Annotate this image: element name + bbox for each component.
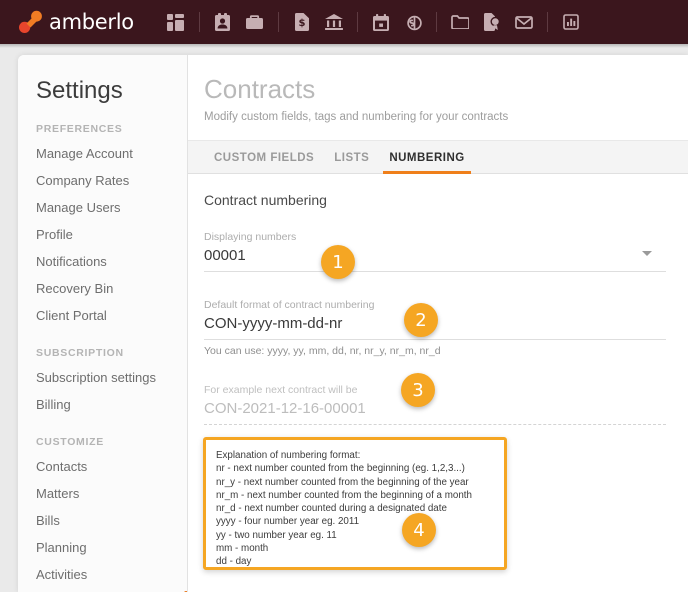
- tab-bar: CUSTOM FIELDS LISTS NUMBERING: [188, 140, 688, 174]
- explanation-line: dd - day: [216, 556, 252, 568]
- top-navigation-bar: amberlo $: [0, 0, 688, 44]
- callout-badge-3: 3: [401, 373, 435, 407]
- section-title: Contract numbering: [204, 192, 327, 208]
- reports-icon[interactable]: [555, 0, 587, 44]
- contracts-icon[interactable]: [476, 0, 508, 44]
- calendar-icon[interactable]: [365, 0, 397, 44]
- sidebar-item-recovery-bin[interactable]: Recovery Bin: [18, 275, 187, 302]
- explanation-line: yy - two number year eg. 11: [216, 529, 337, 541]
- sidebar-group-customize: CUSTOMIZE: [36, 436, 104, 448]
- nav-divider: [198, 12, 200, 32]
- nav-divider: [277, 12, 279, 32]
- sidebar-item-bills[interactable]: Bills: [18, 507, 187, 534]
- page-title: Contracts: [204, 74, 316, 104]
- callout-badge-4: 4: [402, 513, 436, 547]
- displaying-numbers-label: Displaying numbers: [204, 231, 297, 243]
- explanation-line: Explanation of numbering format:: [216, 450, 361, 461]
- sidebar-group-preferences: PREFERENCES: [36, 123, 123, 135]
- nav-divider: [546, 12, 548, 32]
- explanation-line: mm - month: [216, 543, 269, 555]
- sidebar-item-planning[interactable]: Planning: [18, 534, 187, 561]
- sidebar-item-manage-users[interactable]: Manage Users: [18, 194, 187, 221]
- nav-divider: [356, 12, 358, 32]
- sidebar-item-company-rates[interactable]: Company Rates: [18, 167, 187, 194]
- sidebar-item-matters[interactable]: Matters: [18, 480, 187, 507]
- brand-name: amberlo: [49, 9, 134, 34]
- example-contract-value: CON-2021-12-16-00001: [204, 400, 366, 417]
- sidebar-item-client-portal[interactable]: Client Portal: [18, 302, 187, 329]
- sidebar-item-manage-account[interactable]: Manage Account: [18, 140, 187, 167]
- bills-icon[interactable]: $: [286, 0, 318, 44]
- field-underline-dotted: [204, 424, 666, 425]
- amberlo-logo-icon: [19, 10, 42, 33]
- tab-custom-fields[interactable]: CUSTOM FIELDS: [204, 152, 324, 173]
- example-contract-field: For example next contract will be CON-20…: [204, 383, 666, 425]
- bank-icon[interactable]: [318, 0, 350, 44]
- nav-divider: [435, 12, 437, 32]
- callout-badge-2: 2: [404, 303, 438, 337]
- sidebar-item-profile[interactable]: Profile: [18, 221, 187, 248]
- time-billing-icon[interactable]: [397, 0, 429, 44]
- numbering-explanation-box: Explanation of numbering format: nr - ne…: [203, 437, 507, 570]
- documents-icon[interactable]: [444, 0, 476, 44]
- settings-sidebar: Settings PREFERENCES Manage Account Comp…: [18, 55, 188, 592]
- example-contract-label: For example next contract will be: [204, 384, 358, 396]
- matters-icon[interactable]: [239, 0, 271, 44]
- chevron-down-icon[interactable]: [642, 251, 652, 256]
- svg-text:$: $: [298, 18, 305, 29]
- explanation-line: nr_y - next number counted from the begi…: [216, 476, 469, 488]
- default-format-hint: You can use: yyyy, yy, mm, dd, nr, nr_y,…: [204, 345, 441, 357]
- sidebar-item-contacts[interactable]: Contacts: [18, 453, 187, 480]
- tab-numbering[interactable]: NUMBERING: [379, 152, 474, 174]
- explanation-line: yyyy - four number year eg. 2011: [216, 516, 360, 528]
- field-underline: [204, 271, 666, 272]
- explanation-line: nr_d - next number counted during a desi…: [216, 503, 447, 515]
- sidebar-group-subscription: SUBSCRIPTION: [36, 347, 124, 359]
- sidebar-item-subscription-settings[interactable]: Subscription settings: [18, 364, 187, 391]
- displaying-numbers-value[interactable]: 00001: [204, 244, 666, 267]
- numbering-form: Contract numbering Displaying numbers 00…: [188, 174, 688, 425]
- brand-logo[interactable]: amberlo: [18, 10, 134, 34]
- sidebar-item-contracts[interactable]: Contracts: [18, 588, 187, 592]
- page-subtitle: Modify custom fields, tags and numbering…: [204, 111, 509, 123]
- top-nav-icon-group: $: [160, 0, 587, 44]
- field-underline: [204, 339, 666, 340]
- callout-badge-1: 1: [321, 245, 355, 279]
- sidebar-item-activities[interactable]: Activities: [18, 561, 187, 588]
- dashboard-icon[interactable]: [160, 0, 192, 44]
- sidebar-item-billing[interactable]: Billing: [18, 391, 187, 418]
- page-header: Contracts Modify custom fields, tags and…: [188, 55, 688, 123]
- explanation-line: nr - next number counted from the beginn…: [216, 463, 465, 475]
- topbar-shadow: [0, 44, 688, 48]
- contacts-icon[interactable]: [207, 0, 239, 44]
- explanation-line: nr_m - next number counted from the begi…: [216, 489, 472, 501]
- tab-lists[interactable]: LISTS: [324, 152, 379, 173]
- mail-icon[interactable]: [508, 0, 540, 44]
- sidebar-title: Settings: [36, 77, 123, 104]
- displaying-numbers-field[interactable]: Displaying numbers 00001: [204, 230, 666, 272]
- sidebar-item-notifications[interactable]: Notifications: [18, 248, 187, 275]
